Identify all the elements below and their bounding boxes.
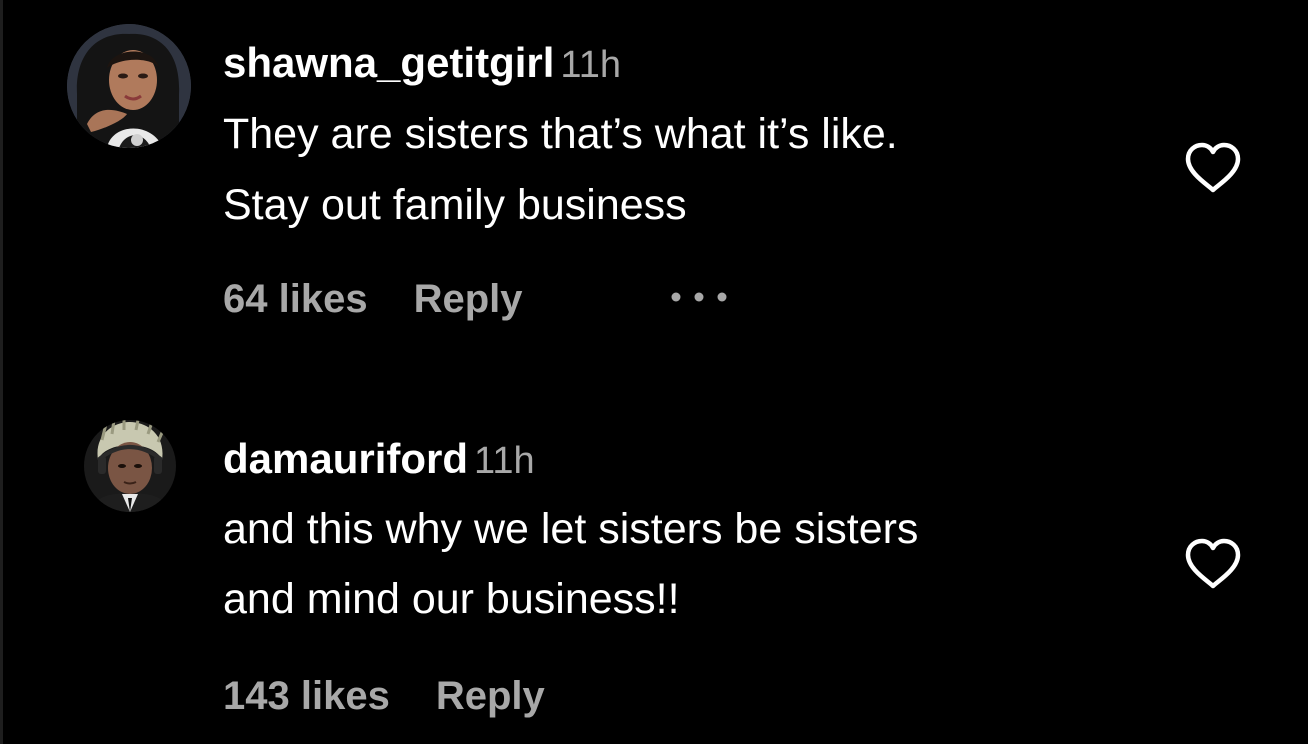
timestamp: 11h [560,44,621,86]
likes-count[interactable]: 64 likes [223,277,368,321]
avatar[interactable] [67,24,191,148]
likes-count[interactable]: 143 likes [223,674,390,718]
username-link[interactable]: shawna_getitgirl [223,39,554,86]
avatar[interactable] [84,420,176,512]
more-horizontal-icon[interactable] [668,287,730,307]
heart-outline-icon[interactable] [1182,536,1244,592]
comment-item: shawna_getitgirl 11h They are sisters tha… [0,0,1308,360]
reply-button[interactable]: Reply [414,277,523,321]
comment-text-line: and mind our business!! [223,575,680,623]
timestamp: 11h [474,440,535,482]
reply-button[interactable]: Reply [436,674,545,718]
comment-text-line: and this why we let sisters be sisters [223,505,919,553]
heart-outline-icon[interactable] [1182,140,1244,196]
profile-photo-woman-icon [67,24,191,148]
comment-header: shawna_getitgirl 11h [223,39,621,86]
comment-actions: 64 likes Reply [223,279,523,319]
comment-text-line: Stay out family business [223,181,687,229]
comment-item: damauriford 11h and this why we let siste… [0,360,1308,744]
comment-text-line: They are sisters that’s what it’s like. [223,110,898,158]
profile-photo-man-icon [84,420,176,512]
comment-actions: 143 likes Reply [223,676,545,716]
username-link[interactable]: damauriford [223,435,468,482]
comment-header: damauriford 11h [223,435,535,482]
